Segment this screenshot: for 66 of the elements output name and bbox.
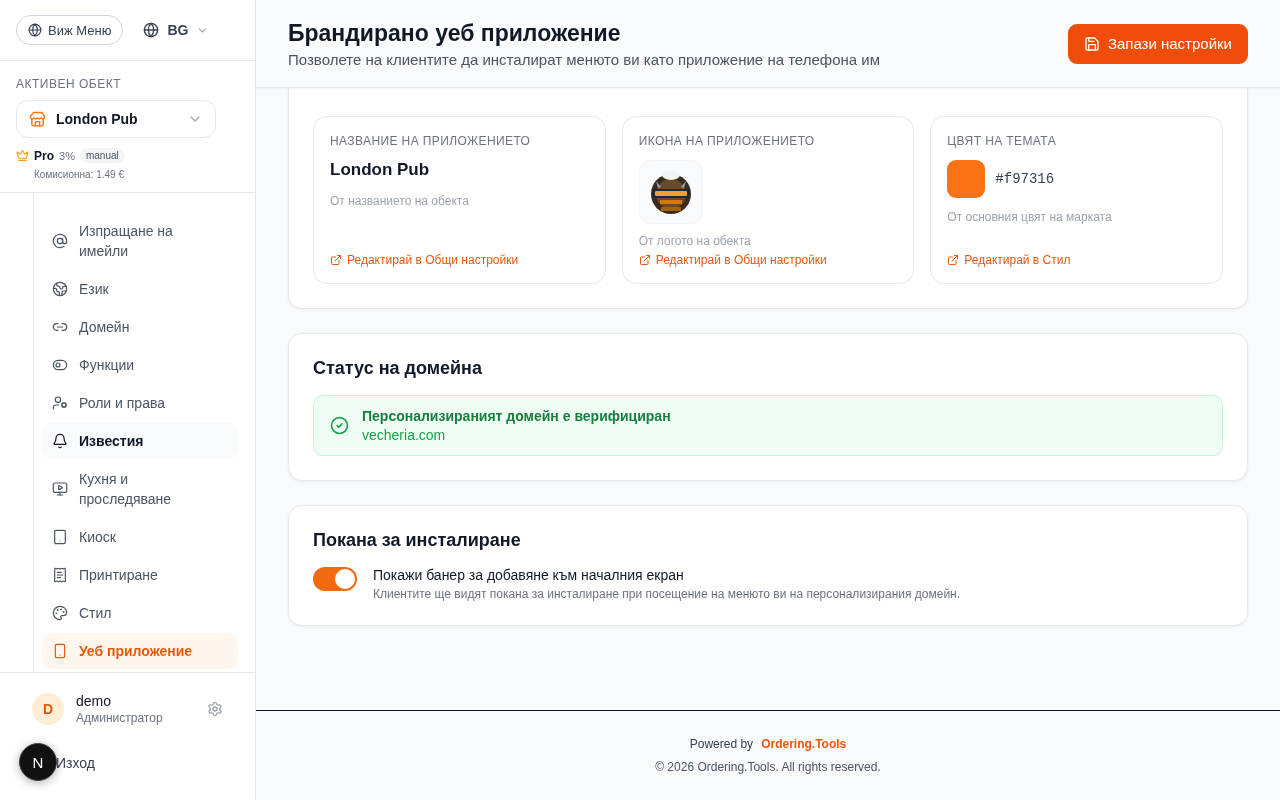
nav-item[interactable]: Кухня и проследяване [42,461,238,517]
dev-badge[interactable]: N [19,743,57,781]
view-menu-button[interactable]: Виж Меню [16,15,124,45]
tile-hint: От основния цвят на марката [947,210,1113,224]
edit-link[interactable]: Редактирай в Стил [947,253,1071,267]
nav-item[interactable]: Език [42,271,238,307]
globe-icon [28,23,42,37]
copyright-text: © 2026 Ordering.Tools. All rights reserved. [655,760,881,774]
settings-icon[interactable] [207,701,223,717]
save-icon [1083,35,1100,52]
globe-icon [143,22,160,38]
palette-icon [52,605,68,621]
at-icon [52,233,68,249]
user-avatar: D [32,693,64,725]
tablet-icon [52,529,68,545]
toggle-icon [52,357,68,373]
tile-hint: От названието на обекта [330,194,470,208]
crown-icon [16,149,29,162]
mode-badge: manual [79,148,125,163]
logout-link[interactable]: Изход [56,755,223,771]
nav-item[interactable]: Функции [42,347,238,383]
external-link-icon [638,254,651,266]
tile-label: НАЗВАНИЕ НА ПРИЛОЖЕНИЕТО [330,134,532,148]
plan-percent: 3% [59,149,75,162]
receipt-icon [52,567,68,583]
nav-item[interactable]: Принтиране [42,557,238,593]
status-message: Персонализираният домейн е верифициран [362,408,671,424]
toggle-description: Клиентите ще видят покана за инсталиране при посещение на менюто ви на персонализирания домейн. [373,587,961,601]
app-name: London Pub [330,160,431,180]
nav-item[interactable]: Роли и права [42,385,238,421]
external-link-icon [330,254,342,266]
domain-name: vecheria.com [362,427,447,443]
tile-hint: От логото на обекта [638,234,752,248]
plan-name: Pro [34,148,54,163]
language-selector[interactable]: BG [143,22,210,38]
user-name: demo [76,693,113,709]
toggle-switch[interactable] [313,567,357,591]
tile-label: ИКОНА НА ПРИЛОЖЕНИЕТО [638,134,816,148]
monitor-icon [52,481,68,497]
page-subtitle: Позволете на клиентите да инсталират менюто ви като приложение на телефона им [288,50,880,68]
check-circle-icon [330,416,349,435]
page-title: Брандирано уеб приложение [288,19,622,47]
user-role: Администратор [76,711,164,725]
save-button[interactable]: Запази настройки [1067,23,1248,64]
color-code: #f97316 [995,171,1055,187]
smartphone-icon [52,643,68,659]
toggle-label: Покажи банер за добавяне към началния екран [373,567,685,583]
nav-item[interactable]: Киоск [42,519,238,555]
nav-item[interactable]: Домейн [42,309,238,345]
object-select[interactable]: London Pub [16,100,216,138]
powered-by-text: Powered by [689,737,754,751]
commission-text: Комисионна: 1.49 € [34,169,125,180]
bell-icon [52,433,68,449]
nav-item[interactable]: Известия [42,423,238,459]
nav-item[interactable]: Изпращане на имейли [42,213,238,269]
external-link-icon [947,254,960,266]
globe-icon [52,281,68,297]
edit-link[interactable]: Редактирай в Общи настройки [638,253,827,267]
card-title: Покана за инсталиране [313,530,522,551]
store-icon [29,110,46,128]
card-title: Статус на домейна [313,358,483,379]
user-icon [52,395,68,411]
nav-item[interactable]: Стил [42,595,238,631]
edit-link[interactable]: Редактирай в Общи настройки [330,253,519,267]
tile-label: ЦВЯТ НА ТЕМАТА [947,134,1058,148]
section-label: АКТИВЕН ОБЕКТ [16,77,122,91]
